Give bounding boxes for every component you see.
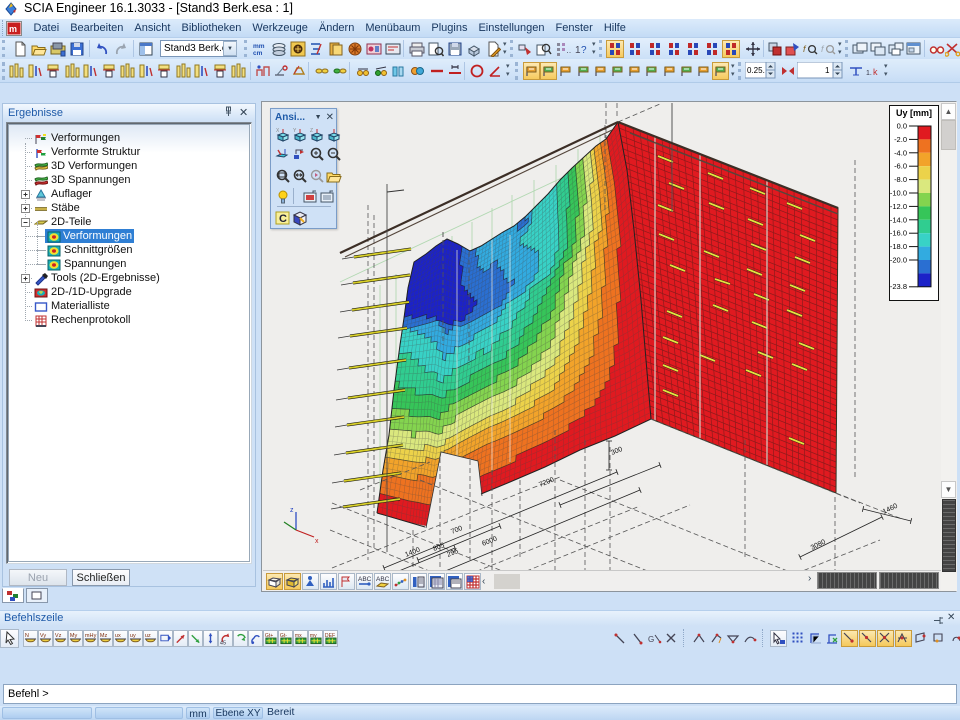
svg-text:ux: ux xyxy=(115,633,121,639)
svg-text:mm: mm xyxy=(253,43,265,50)
svg-text:-14.0: -14.0 xyxy=(890,215,907,224)
svg-text:-23.8: -23.8 xyxy=(890,282,907,291)
svg-text:uy: uy xyxy=(130,633,136,639)
svg-text:My: My xyxy=(70,633,78,639)
svg-text:Y: Y xyxy=(293,128,297,134)
svg-text:1.: 1. xyxy=(866,70,872,77)
svg-text:ABC: ABC xyxy=(376,576,390,583)
svg-text:-8.0: -8.0 xyxy=(894,175,907,184)
svg-text:G: G xyxy=(648,635,654,644)
svg-text:uz: uz xyxy=(145,633,151,639)
svg-text:Z: Z xyxy=(310,128,313,134)
svg-text:k: k xyxy=(873,67,878,77)
svg-text:f: f xyxy=(803,44,807,54)
svg-text:f: f xyxy=(821,44,825,54)
svg-text:z: z xyxy=(290,507,294,514)
svg-text:-20.0: -20.0 xyxy=(890,256,907,265)
svg-text:ABC: ABC xyxy=(358,576,372,583)
svg-text:?: ? xyxy=(581,45,587,56)
svg-text:cm: cm xyxy=(253,50,263,57)
svg-text:-2.0: -2.0 xyxy=(894,135,907,144)
svg-text:X: X xyxy=(276,128,280,134)
svg-text:-4.0: -4.0 xyxy=(894,148,907,157)
svg-text:45: 45 xyxy=(220,640,226,645)
svg-text:C: C xyxy=(279,213,287,225)
svg-text:…: … xyxy=(566,46,571,55)
svg-text:m: m xyxy=(9,24,17,34)
svg-text:Vy: Vy xyxy=(40,633,47,639)
svg-text:Mz: Mz xyxy=(100,633,108,639)
svg-text:0.0: 0.0 xyxy=(897,122,907,131)
svg-text:Vz: Vz xyxy=(55,633,62,639)
svg-text:x: x xyxy=(315,538,319,545)
svg-text:-18.0: -18.0 xyxy=(890,242,907,251)
svg-text:1: 1 xyxy=(825,66,830,75)
svg-text:-10.0: -10.0 xyxy=(890,189,907,198)
svg-text:-6.0: -6.0 xyxy=(894,162,907,171)
svg-text:mHy: mHy xyxy=(85,633,97,639)
svg-text:-16.0: -16.0 xyxy=(890,229,907,238)
svg-text:-12.0: -12.0 xyxy=(890,202,907,211)
svg-text:N: N xyxy=(25,633,29,639)
